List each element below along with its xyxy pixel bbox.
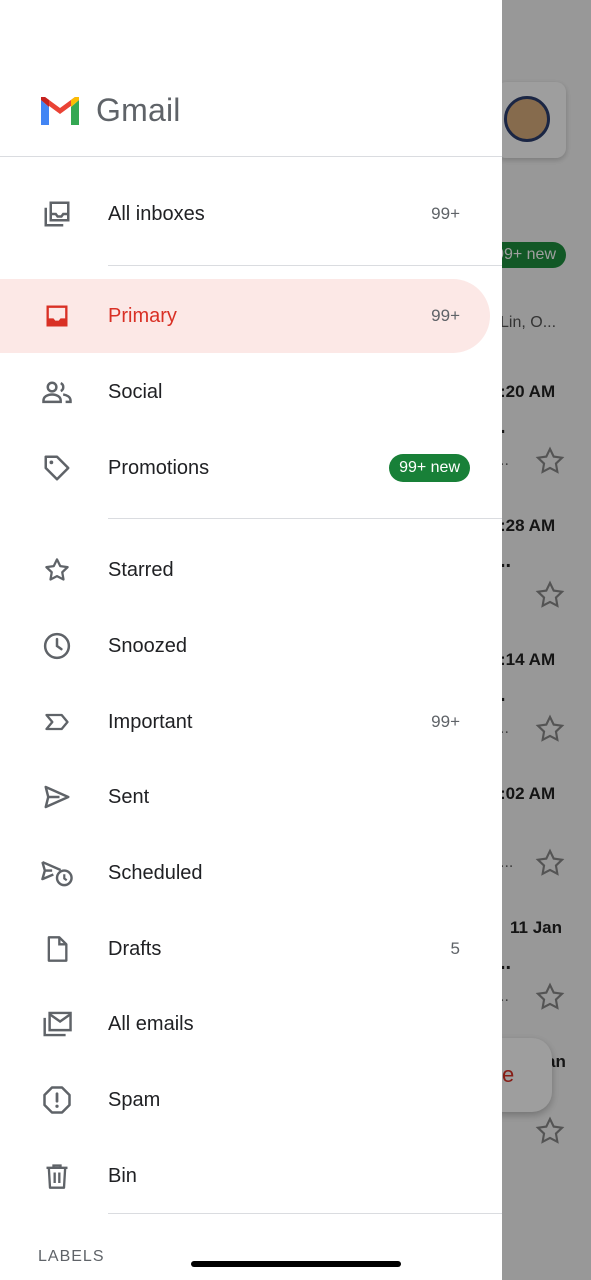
drawer-item-label: Social bbox=[108, 380, 163, 403]
unread-count: 99+ bbox=[431, 204, 460, 223]
divider bbox=[0, 156, 502, 157]
drawer-item-starred[interactable]: Starred bbox=[0, 533, 490, 607]
drawer-item-label: Drafts bbox=[108, 937, 162, 960]
app-title: Gmail bbox=[96, 92, 181, 128]
navigation-drawer: Gmail All inboxes 99+ Primary 99+ Social… bbox=[0, 0, 502, 1280]
drawer-item-label: Bin bbox=[108, 1164, 137, 1187]
drawer-item-label: Sent bbox=[108, 785, 150, 808]
drawer-item-social[interactable]: Social bbox=[0, 355, 490, 429]
drawer-item-label: Primary bbox=[108, 304, 177, 327]
drawer-item-label: Important bbox=[108, 710, 193, 733]
drawer-item-drafts[interactable]: Drafts 5 bbox=[0, 912, 490, 986]
unread-count: 99+ bbox=[431, 712, 460, 731]
clock-icon bbox=[40, 629, 74, 663]
drawer-item-label: All inboxes bbox=[108, 202, 205, 225]
new-badge: 99+ new bbox=[389, 454, 470, 482]
drawer-item-label: Promotions bbox=[108, 456, 210, 479]
drawer-item-promotions[interactable]: Promotions 99+ new bbox=[0, 431, 490, 505]
send-icon bbox=[40, 780, 74, 814]
unread-count: 99+ bbox=[431, 306, 460, 325]
drawer-item-spam[interactable]: Spam bbox=[0, 1063, 490, 1137]
gmail-logo-icon bbox=[41, 96, 79, 125]
trash-icon bbox=[40, 1159, 74, 1193]
drawer-item-primary[interactable]: Primary 99+ bbox=[0, 279, 490, 353]
tag-icon bbox=[40, 451, 74, 485]
home-indicator[interactable] bbox=[191, 1261, 401, 1267]
gmail-brand: Gmail bbox=[38, 92, 181, 129]
drawer-item-label: Scheduled bbox=[108, 861, 203, 884]
spam-icon bbox=[40, 1083, 74, 1117]
drawer-item-snoozed[interactable]: Snoozed bbox=[0, 609, 490, 683]
drawer-item-label: Spam bbox=[108, 1088, 161, 1111]
drawer-item-important[interactable]: Important 99+ bbox=[0, 685, 490, 759]
all-mail-icon bbox=[40, 1007, 74, 1041]
star-icon bbox=[40, 553, 74, 587]
drawer-item-label: Starred bbox=[108, 558, 174, 581]
drawer-item-bin[interactable]: Bin bbox=[0, 1139, 490, 1213]
drawer-item-label: All emails bbox=[108, 1012, 194, 1035]
important-icon bbox=[40, 705, 74, 739]
divider bbox=[108, 265, 502, 266]
divider bbox=[108, 518, 502, 519]
drawer-item-sent[interactable]: Sent bbox=[0, 760, 490, 834]
drawer-item-all-inboxes[interactable]: All inboxes 99+ bbox=[0, 177, 490, 251]
people-icon bbox=[40, 375, 74, 409]
divider bbox=[108, 1213, 502, 1214]
draft-icon bbox=[40, 932, 74, 966]
inbox-icon bbox=[40, 299, 74, 333]
drawer-item-label: Snoozed bbox=[108, 634, 187, 657]
labels-section-header: LABELS bbox=[38, 1248, 105, 1265]
drawer-item-all-emails[interactable]: All emails bbox=[0, 987, 490, 1061]
scheduled-send-icon bbox=[40, 856, 74, 890]
drawer-item-scheduled[interactable]: Scheduled bbox=[0, 836, 490, 910]
all-inboxes-icon bbox=[40, 197, 74, 231]
draft-count: 5 bbox=[450, 939, 460, 958]
